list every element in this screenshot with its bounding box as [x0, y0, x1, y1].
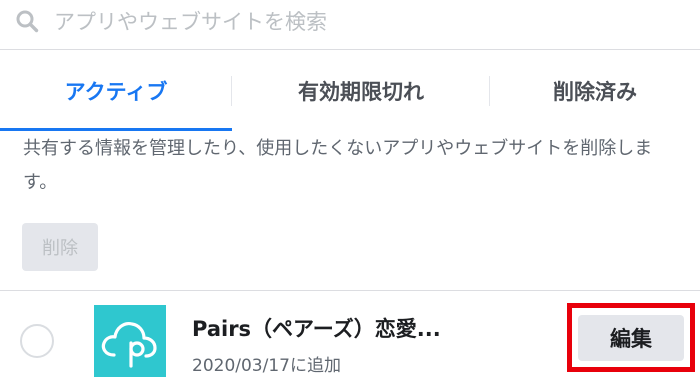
- description-text: 共有する情報を管理したり、使用したくないアプリやウェブサイトを削除します。: [23, 138, 653, 193]
- tab-expired-label: 有効期限切れ: [298, 80, 424, 104]
- app-name: Pairs（ペアーズ）恋愛...: [192, 317, 441, 341]
- delete-button[interactable]: 削除: [22, 223, 98, 271]
- active-tab-indicator: [0, 128, 232, 131]
- app-added-date: 2020/03/17に追加: [192, 356, 341, 376]
- search-input[interactable]: [54, 2, 674, 42]
- app-list-item: Pairs（ペアーズ）恋愛... 2020/03/17に追加 編集: [0, 291, 700, 388]
- edit-button[interactable]: 編集: [578, 315, 684, 361]
- tab-bar: アクティブ 有効期限切れ 削除済み: [0, 51, 700, 131]
- search-bar: [0, 0, 700, 50]
- tab-active-label: アクティブ: [64, 80, 168, 104]
- tab-removed[interactable]: 削除済み: [490, 51, 700, 131]
- app-settings-page: アクティブ 有効期限切れ 削除済み 共有する情報を管理したり、使用したくないアプ…: [0, 0, 700, 388]
- tab-expired[interactable]: 有効期限切れ: [232, 51, 490, 131]
- select-app-checkbox[interactable]: [20, 324, 54, 358]
- tab-active[interactable]: アクティブ: [0, 51, 232, 131]
- tab-removed-label: 削除済み: [553, 80, 637, 104]
- pairs-logo-icon: [94, 305, 166, 377]
- search-icon: [16, 10, 39, 33]
